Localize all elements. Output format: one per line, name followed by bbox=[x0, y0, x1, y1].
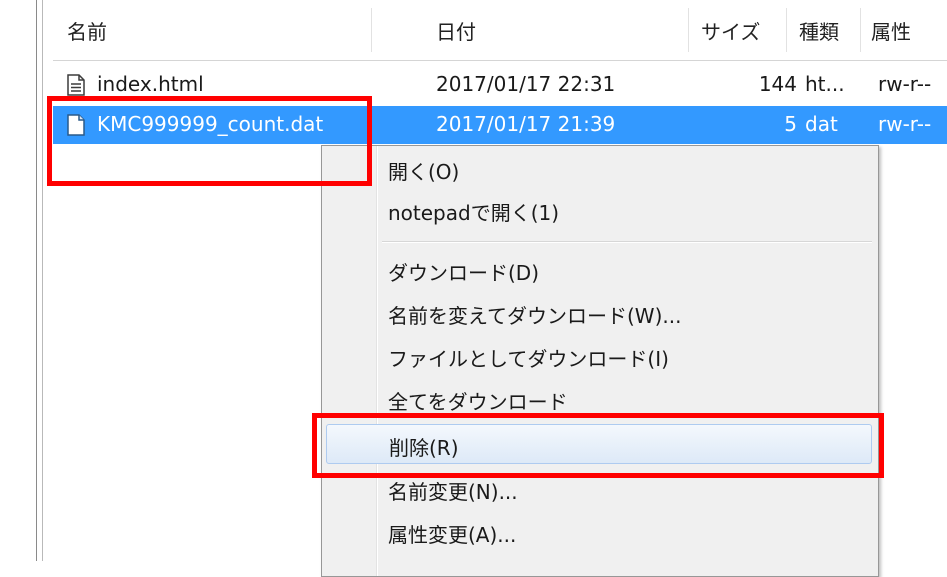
menu-item-open-notepad[interactable]: notepadで開く(1) bbox=[322, 190, 878, 230]
file-date: 2017/01/17 22:31 bbox=[436, 72, 616, 96]
file-name: index.html bbox=[97, 72, 204, 96]
file-size: 5 bbox=[784, 112, 797, 136]
column-header-attr[interactable]: 属性 bbox=[871, 16, 911, 45]
menu-item-label: ダウンロード(D) bbox=[388, 261, 540, 285]
context-menu: 開く(O) notepadで開く(1) ダウンロード(D) 名前を変えてダウンロ… bbox=[321, 145, 879, 577]
column-separator[interactable] bbox=[860, 8, 861, 52]
left-pane-edge bbox=[0, 0, 36, 561]
menu-item-download[interactable]: ダウンロード(D) bbox=[322, 250, 878, 290]
menu-item-label: notepadで開く(1) bbox=[388, 201, 560, 225]
menu-item-label: 開く(O) bbox=[388, 160, 460, 184]
file-type: dat bbox=[805, 112, 838, 136]
highlight-box-file bbox=[47, 96, 372, 186]
column-separator[interactable] bbox=[786, 8, 787, 52]
file-list-header: 名前 日付 サイズ 種類 属性 bbox=[53, 0, 947, 61]
file-size: 144 bbox=[758, 72, 797, 96]
text-file-icon bbox=[67, 74, 85, 96]
menu-item-rename-download[interactable]: 名前を変えてダウンロード(W)... bbox=[322, 293, 878, 333]
menu-item-label: 全てをダウンロード bbox=[388, 390, 568, 414]
file-date: 2017/01/17 21:39 bbox=[436, 112, 616, 136]
column-header-date[interactable]: 日付 bbox=[436, 16, 476, 45]
pane-divider[interactable] bbox=[36, 0, 37, 561]
menu-item-change-attributes[interactable]: 属性変更(A)... bbox=[322, 512, 878, 552]
file-type: ht... bbox=[805, 72, 845, 96]
menu-item-label: 名前を変えてダウンロード(W)... bbox=[388, 304, 682, 328]
column-separator[interactable] bbox=[688, 8, 689, 52]
column-header-name[interactable]: 名前 bbox=[67, 16, 107, 45]
menu-separator-light bbox=[382, 242, 872, 243]
file-attr: rw-r-- bbox=[878, 112, 932, 136]
file-attr: rw-r-- bbox=[878, 72, 932, 96]
pane-divider-inner bbox=[42, 0, 43, 561]
menu-item-download-as-file[interactable]: ファイルとしてダウンロード(I) bbox=[322, 336, 878, 376]
column-separator[interactable] bbox=[371, 8, 372, 52]
menu-item-open[interactable]: 開く(O) bbox=[322, 149, 878, 189]
highlight-box-delete bbox=[312, 413, 884, 478]
column-header-type[interactable]: 種類 bbox=[799, 16, 839, 45]
menu-item-label: 名前変更(N)... bbox=[388, 480, 518, 504]
menu-item-label: ファイルとしてダウンロード(I) bbox=[388, 347, 669, 371]
column-header-size[interactable]: サイズ bbox=[701, 16, 760, 45]
menu-item-label: 属性変更(A)... bbox=[388, 523, 517, 547]
